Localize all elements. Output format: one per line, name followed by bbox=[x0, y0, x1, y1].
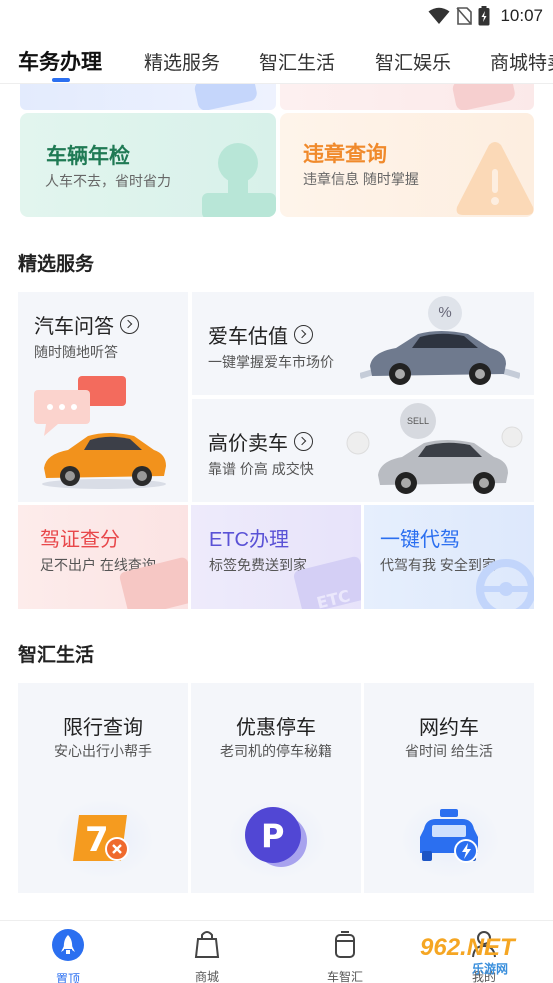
vehicle-inspection-tile[interactable]: 车辆年检 人车不去，省时省力 bbox=[20, 113, 276, 217]
designated-driver-card[interactable]: 一键代驾 代驾有我 安全到家 bbox=[364, 505, 534, 609]
license-points-title: 驾证查分 bbox=[40, 529, 120, 551]
tab-smart-life[interactable]: 智汇生活 bbox=[259, 48, 335, 75]
discount-parking-subtitle: 老司机的停车秘籍 bbox=[220, 743, 332, 759]
status-bar: 10:07 bbox=[0, 0, 553, 34]
car-valuation-subtitle: 一键掌握爱车市场价 bbox=[208, 354, 334, 370]
parking-icon: P bbox=[245, 807, 307, 867]
tab-smart-entertainment[interactable]: 智汇娱乐 bbox=[375, 48, 451, 75]
sell-car-title: 高价卖车 bbox=[208, 433, 288, 455]
car-qa-card[interactable]: 汽车问答 随时随地听答 bbox=[18, 292, 188, 502]
etc-service-title: ETC办理 bbox=[209, 529, 289, 551]
svg-text:P: P bbox=[261, 817, 284, 855]
vehicle-inspection-title: 车辆年检 bbox=[46, 145, 130, 168]
steering-wheel-icon bbox=[476, 559, 534, 609]
tab-vehicle-affairs[interactable]: 车务办理 bbox=[18, 46, 102, 76]
discount-parking-title: 优惠停车 bbox=[236, 717, 316, 739]
ride-hailing-card[interactable]: 网约车 省时间 给生活 bbox=[364, 683, 534, 893]
etc-card-icon: ETC bbox=[293, 556, 361, 609]
nav-car-smart[interactable]: 车智汇 bbox=[315, 929, 375, 983]
active-tab-indicator bbox=[52, 78, 70, 82]
svg-text:7: 7 bbox=[85, 820, 109, 860]
inspection-stamp-icon bbox=[202, 143, 276, 217]
watermark-text: 962.NET bbox=[420, 934, 515, 961]
warning-triangle-icon bbox=[456, 142, 534, 215]
ride-hailing-subtitle: 省时间 给生活 bbox=[405, 743, 493, 759]
sell-car-card[interactable]: 高价卖车 靠谱 价高 成交快 SELL bbox=[192, 399, 534, 502]
sim-none-icon bbox=[456, 7, 473, 25]
featured-section-title: 精选服务 bbox=[18, 254, 95, 275]
arrow-right-circle-icon bbox=[294, 325, 313, 344]
vehicle-inspection-subtitle: 人车不去，省时省力 bbox=[45, 173, 171, 189]
arrow-right-circle-icon bbox=[294, 432, 313, 451]
etc-service-card[interactable]: ETC办理 标签免费送到家 ETC bbox=[191, 505, 361, 609]
watermark-sub: 乐游网 bbox=[472, 962, 509, 976]
ride-hailing-title: 网约车 bbox=[419, 717, 479, 739]
shopping-bag-icon bbox=[194, 931, 220, 958]
car-qa-subtitle: 随时随地听答 bbox=[34, 344, 118, 360]
sell-car-subtitle: 靠谱 价高 成交快 bbox=[208, 461, 314, 477]
tab-featured-services[interactable]: 精选服务 bbox=[144, 48, 220, 75]
nav-mall[interactable]: 商城 bbox=[177, 929, 237, 983]
category-tab-bar: 车务办理 精选服务 智汇生活 智汇娱乐 商城特卖 bbox=[0, 36, 553, 84]
partial-tile-right[interactable] bbox=[280, 84, 534, 110]
traffic-limit-icon: 7 bbox=[73, 815, 129, 861]
orange-car-image bbox=[42, 433, 166, 489]
car-qa-title: 汽车问答 bbox=[34, 316, 114, 338]
arrow-right-circle-icon bbox=[120, 315, 139, 334]
violation-query-tile[interactable]: 违章查询 违章信息 随时掌握 bbox=[280, 113, 534, 217]
nav-mall-label: 商城 bbox=[194, 970, 219, 983]
discount-parking-card[interactable]: 优惠停车 老司机的停车秘籍 P bbox=[191, 683, 361, 893]
license-card-icon bbox=[119, 557, 188, 609]
car-valuation-title: 爱车估值 bbox=[208, 326, 288, 348]
battery-charging-icon bbox=[478, 6, 490, 26]
tab-mall-sale[interactable]: 商城特卖 bbox=[490, 48, 553, 75]
partial-tile-left[interactable] bbox=[20, 84, 276, 110]
nav-car-smart-label: 车智汇 bbox=[326, 970, 363, 983]
car-valuation-card[interactable]: 爱车估值 一键掌握爱车市场价 % bbox=[192, 292, 534, 395]
smart-life-section-title: 智汇生活 bbox=[18, 645, 95, 666]
traffic-limit-card[interactable]: 限行查询 安心出行小帮手 7 bbox=[18, 683, 188, 893]
nav-top-label: 置顶 bbox=[55, 972, 80, 983]
wifi-icon bbox=[428, 7, 450, 24]
violation-query-title: 违章查询 bbox=[303, 143, 387, 166]
license-points-card[interactable]: 驾证查分 足不出户 在线查询 bbox=[18, 505, 188, 609]
traffic-limit-subtitle: 安心出行小帮手 bbox=[54, 743, 152, 759]
nav-top[interactable]: 置顶 bbox=[38, 929, 98, 983]
cup-icon bbox=[335, 931, 355, 958]
designated-driver-title: 一键代驾 bbox=[380, 529, 460, 551]
violation-query-subtitle: 违章信息 随时掌握 bbox=[303, 171, 419, 187]
grey-car-image bbox=[360, 331, 520, 385]
site-watermark: 962.NET 乐游网 bbox=[414, 932, 550, 978]
silver-car-image bbox=[346, 426, 523, 494]
rocket-icon bbox=[52, 929, 84, 961]
traffic-limit-title: 限行查询 bbox=[63, 717, 143, 739]
status-time: 10:07 bbox=[500, 6, 543, 25]
taxi-icon bbox=[420, 809, 478, 863]
